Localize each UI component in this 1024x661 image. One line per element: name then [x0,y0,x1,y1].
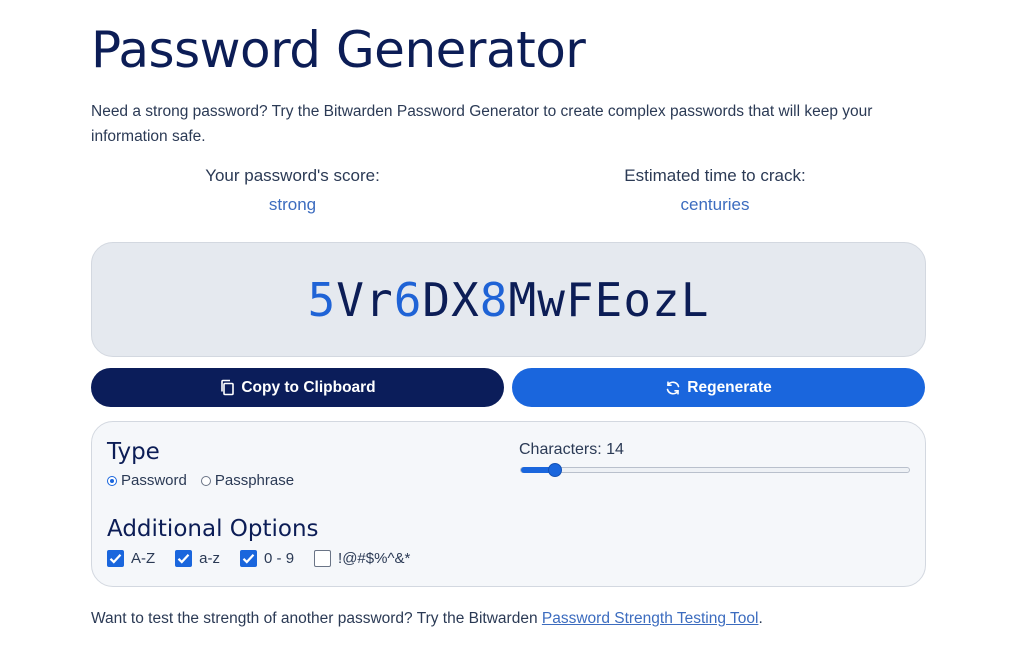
crack-time: Estimated time to crack: centuries [605,163,825,218]
check-icon [109,554,122,564]
option-special[interactable]: !@#$%^&* [314,550,410,567]
password-letter: M [508,272,538,327]
password-digit: 5 [307,272,337,327]
checkbox-numbers[interactable] [240,550,258,567]
copy-button-label: Copy to Clipboard [241,378,376,396]
refresh-icon [665,380,681,396]
additional-options-heading: Additional Options [107,516,319,542]
option-lowercase-label: a-z [199,550,221,567]
regenerate-button[interactable]: Regenerate [512,368,925,407]
option-lowercase[interactable]: a-z [175,550,220,567]
radio-password-control[interactable] [107,475,117,486]
characters-slider-thumb[interactable] [548,463,562,477]
footer-text-lead: Want to test the strength of another pas… [91,610,542,627]
radio-passphrase-label: Passphrase [214,472,295,489]
copy-to-clipboard-button[interactable]: Copy to Clipboard [91,368,504,407]
radio-password[interactable]: Password [107,472,187,489]
password-letter: D [422,272,452,327]
copy-icon [219,379,235,396]
option-uppercase-label: A-Z [131,550,156,567]
score-value: strong [268,195,317,214]
regenerate-button-label: Regenerate [687,378,772,396]
password-letter: L [680,272,710,327]
option-special-label: !@#$%^&* [338,550,411,567]
page-title: Password Generator [91,21,586,79]
radio-passphrase[interactable]: Passphrase [200,472,295,489]
password-letter: E [594,272,624,327]
radio-password-label: Password [121,472,187,489]
generated-password-box[interactable]: 5Vr6DX8MwFEozL [91,242,926,357]
type-heading: Type [107,439,160,465]
option-numbers[interactable]: 0 - 9 [240,550,294,567]
option-numbers-label: 0 - 9 [264,550,295,567]
checkbox-uppercase[interactable] [107,550,124,567]
characters-label: Characters: 14 [519,441,624,458]
crack-time-label: Estimated time to crack: [624,166,806,185]
password-letter: r [364,272,394,327]
check-icon [177,554,190,564]
crack-time-value: centuries [680,195,750,214]
check-icon [242,554,255,564]
option-uppercase[interactable]: A-Z [107,550,155,567]
options-panel: Type Password Passphrase Characters: 14 … [91,421,926,587]
additional-options-group: A-Z a-z 0 - 9 !@#$%^&* [107,550,430,567]
password-letter: F [565,272,595,327]
checkbox-lowercase[interactable] [175,550,193,567]
footer-text-end: . [758,610,763,627]
password-letter: w [537,272,566,327]
password-score: Your password's score: strong [185,163,400,218]
characters-slider[interactable] [520,463,910,477]
score-label: Your password's score: [205,166,380,185]
generated-password[interactable]: 5Vr6DX8MwFEozL [308,273,710,327]
password-digit: 6 [393,272,423,327]
password-digit: 8 [479,272,509,327]
type-radio-group: Password Passphrase [107,472,308,489]
checkbox-special[interactable] [314,550,332,567]
intro-text: Need a strong password? Try the Bitwarde… [91,103,873,145]
password-letter: z [652,272,681,327]
password-letter: o [623,272,653,327]
footer-text: Want to test the strength of another pas… [91,610,763,628]
password-letter: X [451,272,480,327]
password-strength-tool-link[interactable]: Password Strength Testing Tool [542,610,759,627]
radio-passphrase-control[interactable] [200,475,211,486]
password-letter: V [336,272,365,327]
